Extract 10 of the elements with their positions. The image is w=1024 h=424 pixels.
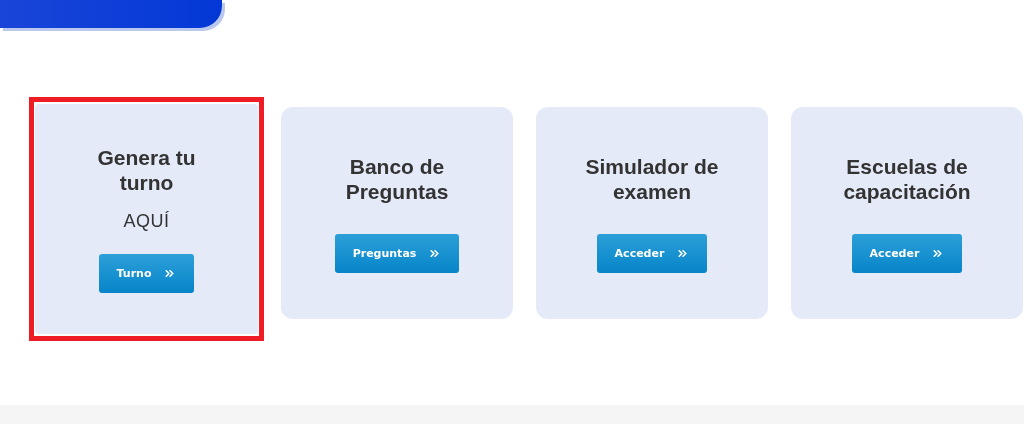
card-button[interactable]: Acceder: [596, 233, 708, 273]
card-title: Escuelas de capacitación: [842, 153, 972, 204]
card-button[interactable]: Acceder: [851, 233, 963, 273]
double-chevron-icon: [163, 267, 177, 280]
card-subtitle: AQUÍ: [123, 211, 170, 232]
card-title: Banco de Preguntas: [344, 153, 450, 204]
card-button[interactable]: Preguntas: [334, 233, 460, 273]
card-title: Genera tu turno: [96, 145, 197, 195]
card-title: Simulador de examen: [584, 153, 720, 204]
card-button[interactable]: Turno: [98, 254, 195, 293]
